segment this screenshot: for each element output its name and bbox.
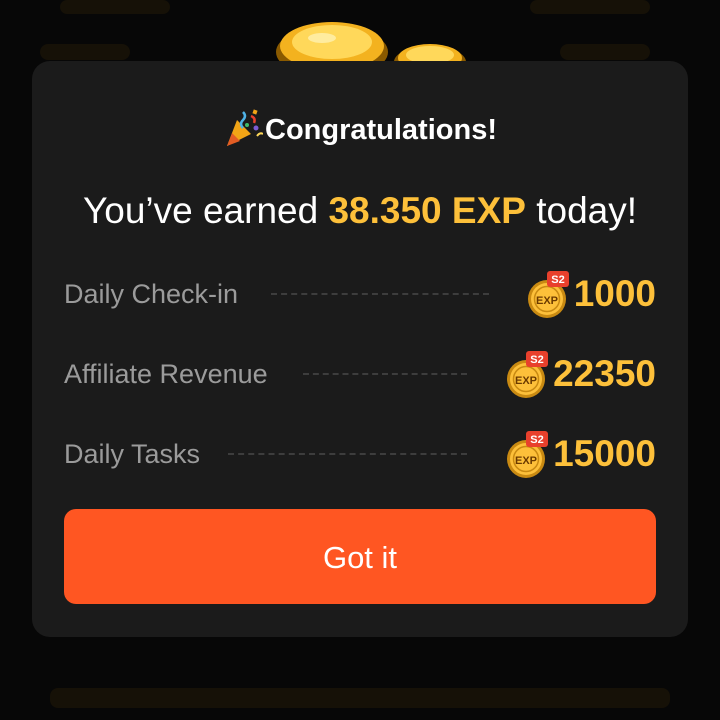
reward-value: 15000 xyxy=(553,433,656,474)
reward-label: Daily Check-in xyxy=(64,279,239,309)
season-tag-text: S2 xyxy=(551,274,564,286)
exp-coin-icon: EXP S2 xyxy=(507,431,549,478)
reward-label: Affiliate Revenue xyxy=(64,359,268,389)
coin-stack-illustration xyxy=(276,22,466,70)
got-it-button[interactable]: Got it xyxy=(64,509,656,604)
reward-row-daily-check-in: Daily Check-in EXP S2 1000 xyxy=(64,264,656,324)
season-tag-text: S2 xyxy=(530,434,543,446)
reward-value-group: EXP S2 22350 xyxy=(505,344,656,404)
background-blur-shape xyxy=(530,0,650,14)
earned-amount: 38.350 EXP xyxy=(328,190,526,231)
background-blur-shape xyxy=(50,688,670,708)
reward-value-group: EXP S2 1000 xyxy=(526,264,656,324)
dialog-title-text: Congratulations! xyxy=(265,114,497,146)
reward-label: Daily Tasks xyxy=(64,439,201,469)
reward-value: 22350 xyxy=(553,353,656,394)
reward-row-affiliate-revenue: Affiliate Revenue EXP S2 22350 xyxy=(64,344,656,404)
exp-coin-text: EXP xyxy=(515,455,537,467)
earned-suffix: today! xyxy=(525,190,638,231)
party-popper-icon xyxy=(227,109,263,147)
reward-value-group: EXP S2 15000 xyxy=(505,424,656,484)
dotted-leader xyxy=(228,453,467,455)
background-blur-shape xyxy=(40,44,130,60)
dotted-leader xyxy=(271,293,489,295)
season-tag-text: S2 xyxy=(530,354,543,366)
exp-coin-text: EXP xyxy=(536,295,558,307)
background-blur-shape xyxy=(60,0,170,14)
exp-coin-icon: EXP S2 xyxy=(507,351,549,398)
exp-coin-icon: EXP S2 xyxy=(527,271,569,318)
dotted-leader xyxy=(303,373,467,375)
reward-value: 1000 xyxy=(573,273,656,314)
earned-summary: You’ve earned 38.350 EXP today! xyxy=(0,186,720,236)
dialog-title: Congratulations! xyxy=(0,108,720,152)
background-blur-shape xyxy=(560,44,650,60)
reward-row-daily-tasks: Daily Tasks EXP S2 15000 xyxy=(64,424,656,484)
exp-coin-text: EXP xyxy=(515,375,537,387)
earned-prefix: You’ve earned xyxy=(82,190,329,231)
